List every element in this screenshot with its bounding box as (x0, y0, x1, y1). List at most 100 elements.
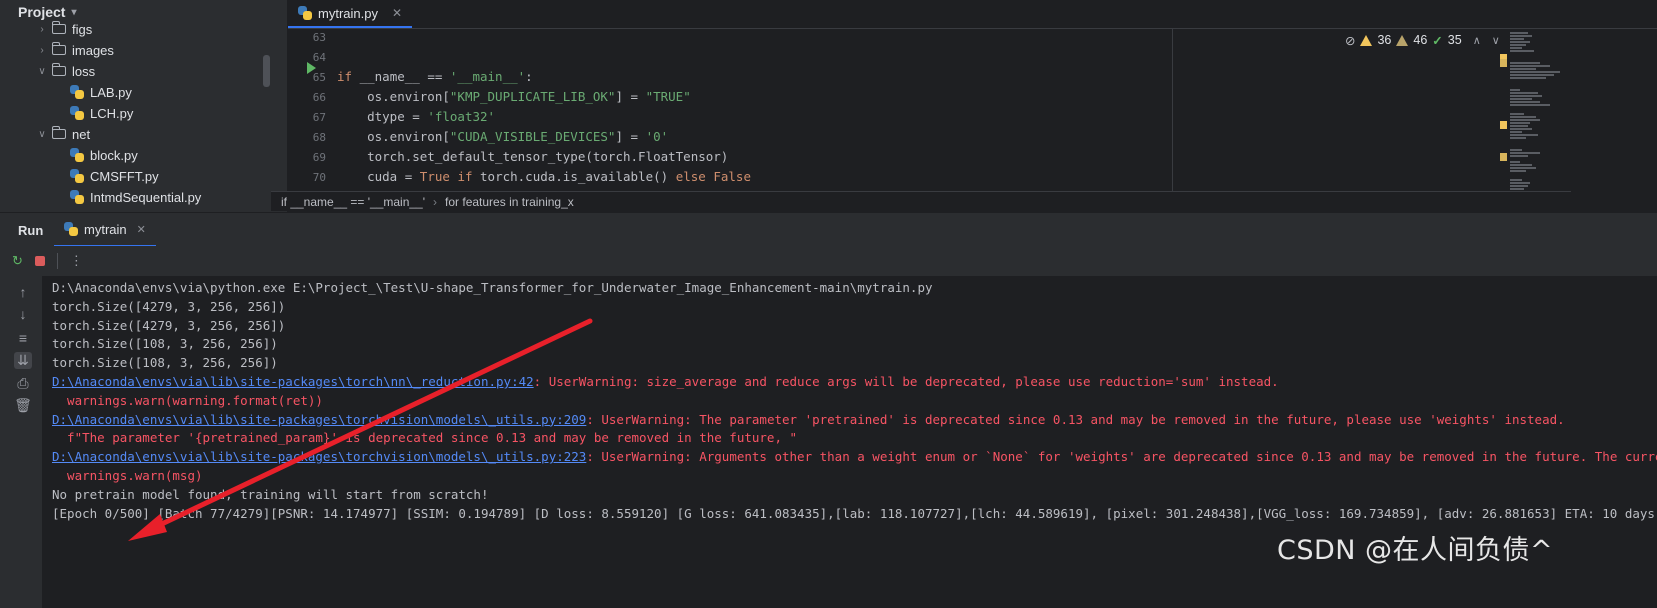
minimap-line (1510, 161, 1520, 163)
reader-mode-icon[interactable]: ⊘ (1345, 33, 1355, 48)
code-editor[interactable]: if __name__ == '__main__': os.environ["K… (337, 29, 1172, 191)
tree-file[interactable]: IntmdSequential.py (70, 186, 201, 208)
scroll-to-end-icon[interactable]: ⇊ (14, 352, 32, 369)
console-line: warnings.warn(msg) (52, 466, 202, 485)
console-line: torch.Size([4279, 3, 256, 256]) (52, 316, 285, 335)
folder-icon (51, 126, 66, 139)
minimap-line (1510, 101, 1540, 103)
console-warning-text: : UserWarning: The parameter 'pretrained… (586, 411, 1565, 427)
next-highlight-icon[interactable]: ∨ (1492, 34, 1500, 47)
scroll-up-icon[interactable]: ↑ (14, 284, 32, 300)
console-text: torch.Size([108, 3, 256, 256]) (52, 355, 278, 371)
minimap-line (1510, 38, 1524, 40)
line-number: 70 (312, 171, 326, 184)
project-scrollbar[interactable] (263, 55, 270, 87)
breadcrumb-item-main[interactable]: if __name__ == '__main__' (281, 195, 425, 209)
breadcrumb-item-for[interactable]: for features in training_x (445, 195, 574, 209)
console-text: No pretrain model found, training will s… (52, 486, 489, 502)
print-icon[interactable]: ⎙ (14, 375, 32, 392)
chevron-right-icon[interactable]: › (36, 45, 48, 56)
tree-file[interactable]: CMSFFT.py (70, 165, 159, 187)
ok-count: 35 (1447, 33, 1462, 47)
console-line: [Epoch 0/500] [Batch 77/4279][PSNR: 14.1… (52, 504, 1657, 523)
console-line: f"The parameter '{pretrained_param}' is … (52, 428, 797, 447)
tab-label: mytrain.py (318, 5, 378, 21)
code-line[interactable]: if __name__ == '__main__': (337, 67, 533, 87)
minimap-line (1510, 47, 1522, 49)
tab-mytrain-py[interactable]: mytrain.py ✕ (288, 0, 413, 28)
watermark: CSDN @在人间负债^ (1277, 535, 1554, 566)
tree-folder[interactable]: › images (36, 39, 114, 61)
folder-icon (51, 42, 66, 55)
console-file-link[interactable]: D:\Anaconda\envs\via\lib\site-packages\t… (52, 374, 534, 389)
chevron-down-icon[interactable]: ∨ (36, 129, 48, 140)
editor-tabbar: mytrain.py ✕ (288, 0, 1657, 29)
python-file-icon (70, 85, 84, 99)
minimap-line (1510, 122, 1530, 124)
minimap-line (1510, 185, 1528, 187)
warning-marker[interactable] (1500, 59, 1507, 67)
scroll-down-icon[interactable]: ↓ (14, 306, 32, 322)
minimap-line (1510, 149, 1522, 151)
soft-wrap-icon[interactable]: ≡ (14, 330, 32, 346)
rerun-icon[interactable]: ↻ (12, 253, 23, 269)
tab-mytrain[interactable]: mytrain ✕ (54, 213, 156, 247)
tree-file[interactable]: LCH.py (70, 102, 133, 124)
warning-marker[interactable] (1500, 153, 1507, 161)
line-number: 67 (312, 111, 326, 124)
minimap-line (1510, 50, 1534, 52)
console-line: warnings.warn(warning.format(ret)) (52, 391, 323, 410)
stop-icon[interactable] (34, 256, 45, 266)
minimap-line (1510, 71, 1560, 73)
minimap-line (1510, 155, 1528, 157)
console-line: torch.Size([108, 3, 256, 256]) (52, 353, 278, 372)
minimap-line (1510, 95, 1542, 97)
console-side-toolbar: ↑ ↓ ≡ ⇊ ⎙ 🗑 (0, 276, 42, 608)
minimap-line (1510, 62, 1540, 64)
console-file-link[interactable]: D:\Anaconda\envs\via\lib\site-packages\t… (52, 449, 586, 464)
tree-folder[interactable]: › figs (36, 18, 92, 40)
minimap-line (1510, 137, 1526, 139)
close-icon[interactable]: ✕ (137, 223, 146, 236)
minimap-line (1510, 41, 1530, 43)
code-line[interactable]: os.environ["CUDA_VISIBLE_DEVICES"] = '0' (337, 127, 668, 147)
console-text: warnings.warn(warning.format(ret)) (52, 392, 323, 408)
prev-highlight-icon[interactable]: ∧ (1473, 34, 1481, 47)
tree-folder[interactable]: ∨ loss (36, 60, 95, 82)
tree-item-label: net (72, 126, 91, 142)
more-icon[interactable]: ⋮ (70, 253, 83, 269)
code-line[interactable]: os.environ["KMP_DUPLICATE_LIB_OK"] = "TR… (337, 87, 691, 107)
close-icon[interactable]: ✕ (392, 6, 402, 20)
check-icon: ✓ (1432, 33, 1443, 48)
python-file-icon (298, 6, 312, 20)
minimap-line (1510, 167, 1536, 169)
chevron-right-icon[interactable]: › (36, 24, 48, 35)
chevron-down-icon: ▾ (71, 6, 77, 18)
minimap-line (1510, 92, 1538, 94)
python-file-icon (70, 106, 84, 120)
console-line: D:\Anaconda\envs\via\lib\site-packages\t… (52, 410, 1565, 429)
inspection-widget[interactable]: ⊘ 36 46 ✓ 35 ∧ ∨ (1345, 31, 1500, 49)
tree-file[interactable]: LAB.py (70, 81, 132, 103)
warning-marker[interactable] (1500, 121, 1507, 129)
minimap-line (1510, 65, 1550, 67)
tree-folder[interactable]: ∨ net (36, 123, 90, 145)
tree-item-label: figs (72, 21, 93, 37)
code-line[interactable]: torch.set_default_tensor_type(torch.Floa… (337, 147, 728, 167)
code-line[interactable]: cuda = True if torch.cuda.is_available()… (337, 167, 751, 187)
minimap-line (1510, 170, 1526, 172)
trash-icon[interactable]: 🗑 (14, 397, 32, 414)
run-gutter-icon[interactable] (307, 62, 316, 74)
console-line: D:\Anaconda\envs\via\lib\site-packages\t… (52, 447, 1657, 466)
console-text: torch.Size([4279, 3, 256, 256]) (52, 298, 286, 314)
minimap-line (1510, 68, 1536, 70)
editor-scroll-stripe[interactable] (1500, 29, 1570, 199)
console-warning-text: : UserWarning: Arguments other than a we… (586, 449, 1657, 465)
chevron-down-icon[interactable]: ∨ (36, 66, 48, 77)
console-file-link[interactable]: D:\Anaconda\envs\via\lib\site-packages\t… (52, 412, 586, 427)
code-line[interactable]: dtype = 'float32' (337, 107, 495, 127)
minimap-line (1510, 74, 1554, 76)
tree-file[interactable]: block.py (70, 144, 138, 166)
console-line: No pretrain model found, training will s… (52, 485, 489, 504)
folder-icon (51, 63, 66, 76)
